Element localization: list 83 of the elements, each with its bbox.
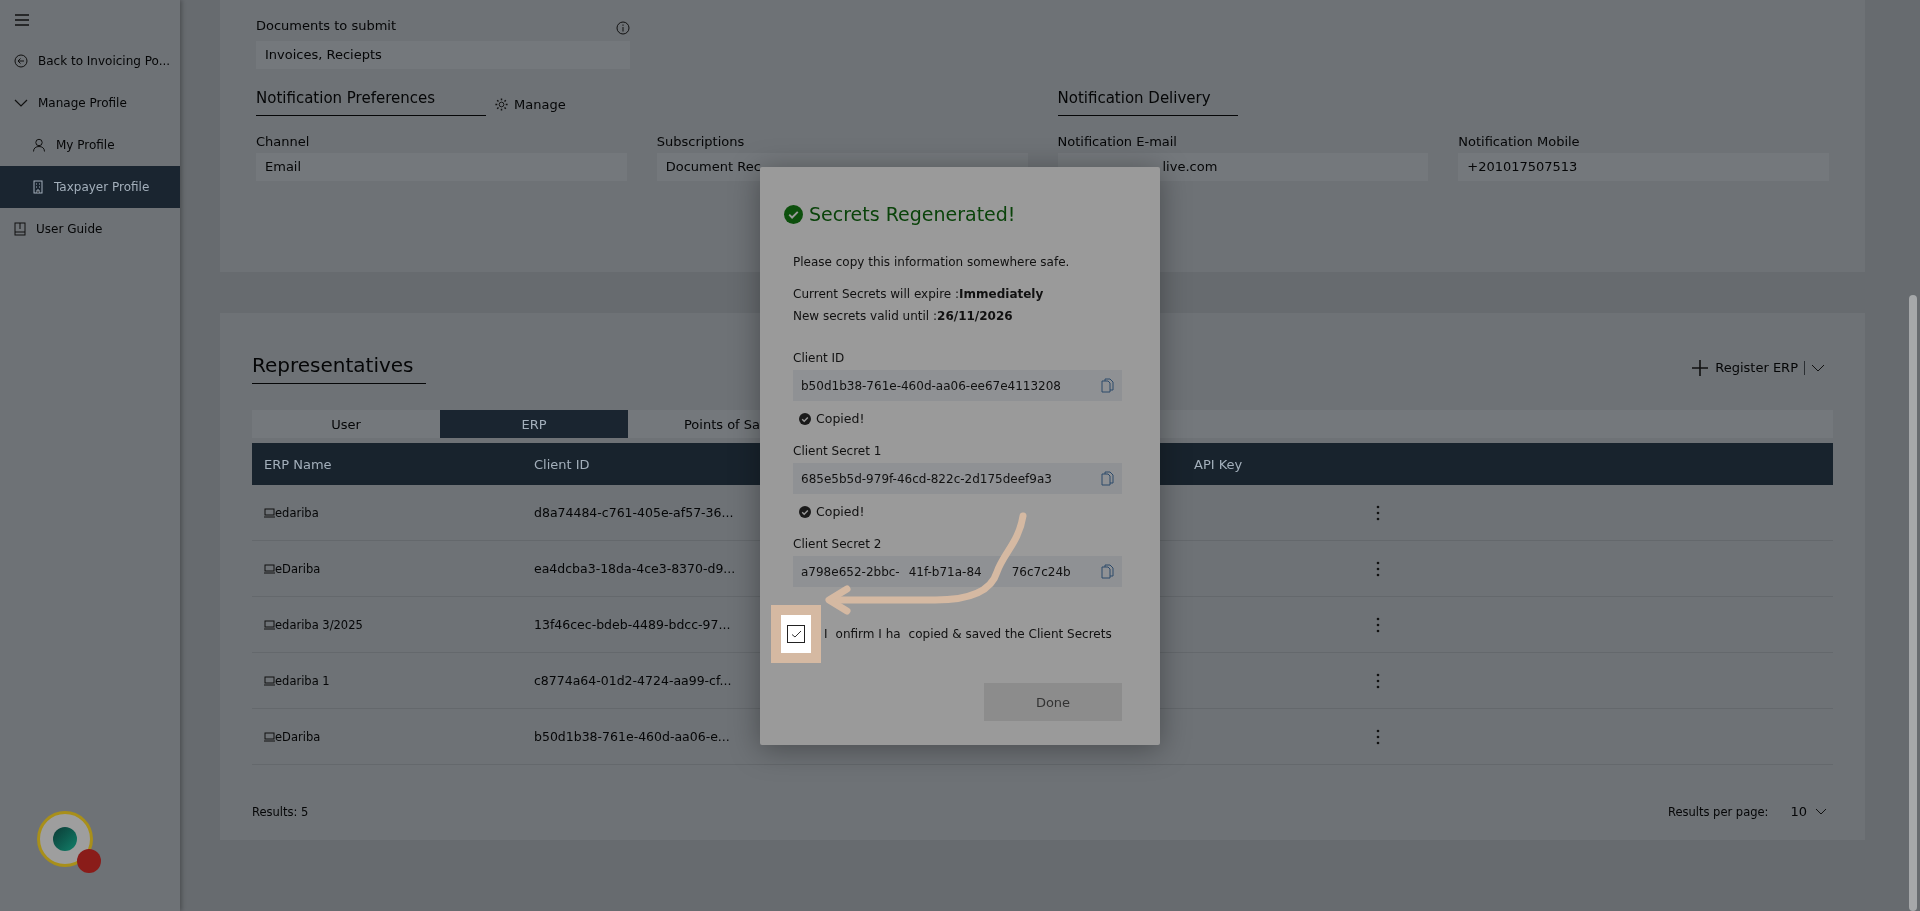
check-circle-icon	[784, 204, 803, 224]
field-label: Notification E-mail	[1057, 134, 1178, 149]
scrollbar-thumb[interactable]	[1909, 295, 1917, 911]
table-cell-text: b50d1b38-761e-460d-aa06-e...	[533, 729, 731, 744]
sidebar-item[interactable]: Manage Profile	[0, 82, 180, 124]
copy-icon[interactable]	[1101, 378, 1114, 393]
table-cell-text: c8774a64-01d2-4724-aa99-cf...	[533, 673, 733, 688]
copied-status: Copied!	[816, 504, 865, 519]
field-label: Notification Mobile	[1458, 134, 1581, 149]
more-options-icon[interactable]	[1376, 560, 1380, 577]
tab[interactable]: Points of Sa	[628, 410, 816, 438]
copied-status: Copied!	[816, 411, 865, 426]
monitor-icon	[264, 563, 275, 574]
results-per-page-label: Results per page:	[1667, 804, 1769, 819]
field-label: Client Secret 1	[793, 444, 883, 458]
confirm-label: I	[824, 627, 828, 641]
field-label: Subscriptions	[656, 134, 746, 149]
field-label: Client Secret 2	[793, 537, 883, 551]
secret-value: 685e5b5d-979f-46cd-822c-2d175deef9a3	[801, 471, 1052, 486]
table-cell: eDariba	[252, 561, 522, 576]
table-cell: edariba 1	[252, 673, 522, 688]
table-cell-text: d8a74484-c761-405e-af57-36...	[533, 505, 735, 520]
confirm-label: onfirm I ha	[835, 627, 901, 641]
tab[interactable]: ERP	[440, 410, 628, 438]
assistant-logo-icon[interactable]	[37, 811, 101, 873]
secret-value: a798e652-2bbc-	[801, 564, 900, 579]
section-title: Representatives	[252, 351, 426, 384]
chevron-down-icon	[1815, 808, 1827, 815]
column-header: ERP Name	[263, 456, 333, 472]
dialog-title: Secrets Regenerated!	[809, 203, 1016, 225]
monitor-icon	[264, 507, 275, 518]
results-count: Results: 5	[252, 804, 309, 819]
person-icon	[32, 138, 46, 152]
table-cell: edariba 3/2025	[252, 617, 522, 632]
checkbox[interactable]	[787, 625, 805, 643]
field-label: Client ID	[793, 351, 846, 365]
check-circle-icon	[799, 505, 811, 518]
plus-icon	[1691, 358, 1710, 377]
dialog-message: Please copy this information somewhere safe.	[793, 255, 1071, 269]
manage-button[interactable]: Manage	[494, 97, 566, 116]
documents-field[interactable]: Invoices, Reciepts	[256, 41, 630, 69]
book-icon	[14, 222, 26, 236]
field-label: Channel	[256, 134, 311, 149]
sidebar-item[interactable]: User Guide	[0, 208, 180, 250]
expiry-text: Current Secrets will expire :Immediately	[793, 286, 1045, 303]
column-header: API Key	[1193, 456, 1244, 472]
register-erp-button[interactable]: Register ERP	[1691, 358, 1833, 377]
input-field[interactable]: +201017507513	[1458, 153, 1829, 181]
table-cell: eDariba	[252, 729, 522, 744]
more-options-icon[interactable]	[1376, 504, 1380, 521]
table-cell-text: 13f46cec-bdeb-4489-bdcc-97...	[533, 617, 732, 632]
checkmark-icon	[790, 630, 802, 638]
more-options-icon[interactable]	[1376, 672, 1380, 689]
monitor-icon	[264, 619, 275, 630]
table-cell-text: ea4dcba3-18da-4ce3-8370-d9...	[533, 561, 737, 576]
more-options-icon[interactable]	[1376, 728, 1380, 745]
sidebar-item[interactable]: Back to Invoicing Po...	[0, 40, 180, 82]
field-label: Documents to submit	[256, 18, 397, 33]
menu-icon[interactable]	[14, 14, 30, 26]
copy-icon[interactable]	[1101, 471, 1114, 486]
sidebar-item[interactable]: Taxpayer Profile	[0, 166, 180, 208]
gear-icon	[494, 97, 509, 112]
validity-text: New secrets valid until :26/11/2026	[793, 308, 1014, 325]
secret-value: b50d1b38-761e-460d-aa06-ee67e4113208	[801, 378, 1061, 393]
confirm-label: copied & saved the Client Secrets	[908, 627, 1112, 641]
info-icon[interactable]	[616, 20, 630, 35]
monitor-icon	[264, 731, 275, 742]
page-size-dropdown[interactable]: 10	[1784, 803, 1833, 820]
input-field[interactable]: Email	[256, 153, 627, 181]
column-header: Client ID	[533, 456, 591, 472]
building-icon	[32, 180, 44, 194]
section-title: Notification Preferences	[256, 89, 486, 116]
copy-icon[interactable]	[1101, 564, 1114, 579]
check-circle-icon	[799, 412, 811, 425]
secret-value: 76c7c24b	[1011, 564, 1071, 579]
secret-value: 41f-b71a-84	[908, 564, 982, 579]
section-title: Notification Delivery	[1057, 89, 1238, 116]
monitor-icon	[264, 675, 275, 686]
more-options-icon[interactable]	[1376, 616, 1380, 633]
table-cell: edariba	[252, 505, 522, 520]
tab[interactable]: User	[252, 410, 440, 438]
chevron-down-icon	[1811, 363, 1825, 372]
sidebar-item[interactable]: My Profile	[0, 124, 180, 166]
